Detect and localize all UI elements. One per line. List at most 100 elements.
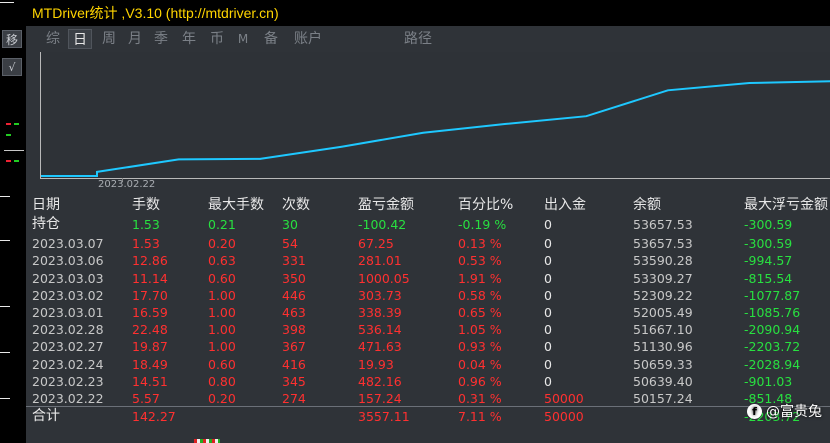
- cell-pct: 0.58 %: [458, 287, 502, 303]
- cell-lots: 11.14: [132, 270, 168, 286]
- stats-panel: MTDriver统计 ,V3.10 (http://mtdriver.cn) 综…: [26, 0, 830, 443]
- left-strip-rule: [0, 306, 10, 307]
- column-header: 日期: [32, 197, 60, 213]
- total-pnl: 3557.11: [358, 409, 410, 425]
- table-row[interactable]: 2023.03.07 1.53 0.20 54 67.25 0.13 % 0 53657.53…: [26, 234, 830, 253]
- cell-balance: 53590.28: [633, 253, 693, 269]
- cell-date: 2023.03.03: [32, 270, 104, 286]
- cell-lots: 22.48: [132, 322, 168, 338]
- cell-max-float-loss: -300.59: [744, 236, 793, 252]
- cell-pnl: 536.14: [358, 322, 402, 338]
- cell-lots: 17.70: [132, 287, 168, 303]
- move-button[interactable]: 移: [2, 30, 22, 48]
- table-row[interactable]: 2023.02.22 5.57 0.20 274 157.24 0.31 % 50000 50…: [26, 389, 830, 408]
- cell-date: 2023.02.28: [32, 322, 104, 338]
- check-icon[interactable]: √: [2, 58, 22, 76]
- cell-pct: 0.96 %: [458, 373, 502, 389]
- cell-lots: 14.51: [132, 373, 168, 389]
- tab-m[interactable]: M: [234, 29, 252, 49]
- tab-overview[interactable]: 综: [42, 29, 64, 49]
- balance-point: [422, 132, 425, 134]
- cell-flow: 0: [544, 339, 552, 355]
- table-row[interactable]: 2023.03.01 16.59 1.00 463 338.39 0.65 % 0 52005…: [26, 303, 830, 322]
- cell-flow: 50000: [544, 391, 584, 406]
- tab-path[interactable]: 路径: [400, 29, 436, 49]
- cell-max-float-loss: -994.57: [744, 253, 793, 269]
- left-strip-rule: [0, 398, 10, 399]
- table-row[interactable]: 2023.02.27 19.87 1.00 367 471.63 0.93 % 0 51130…: [26, 337, 830, 356]
- column-header: 盈亏金额: [358, 197, 414, 213]
- cell-date: 2023.03.07: [32, 236, 104, 252]
- column-header: 百分比%: [458, 197, 514, 213]
- cell-max-float-loss: -1077.87: [744, 287, 801, 303]
- cell-flow: 0: [544, 373, 552, 389]
- table-row[interactable]: 2023.02.23 14.51 0.80 345 482.16 0.96 % 0 50639…: [26, 372, 830, 391]
- cell-count: 367: [282, 339, 306, 355]
- cell-pnl: 471.63: [358, 339, 402, 355]
- cell-pnl: 1000.05: [358, 270, 410, 286]
- table-row[interactable]: 2023.02.24 18.49 0.60 416 19.93 0.04 % 0 50659.…: [26, 355, 830, 374]
- column-header: 手数: [132, 197, 160, 213]
- balance-point: [585, 115, 588, 117]
- cell-lots: 19.87: [132, 339, 168, 355]
- cell-balance: 52309.22: [633, 287, 693, 303]
- tab-day[interactable]: 日: [68, 29, 92, 49]
- table-row[interactable]: 2023.02.28 22.48 1.00 398 536.14 1.05 % 0 51667…: [26, 320, 830, 339]
- total-flow: 50000: [544, 409, 584, 425]
- cell-count: 331: [282, 253, 306, 269]
- period-tabs: 综 日 周 月 季 年 币 M 备 账户 路径: [26, 26, 830, 50]
- cell-date: 2023.02.27: [32, 339, 104, 355]
- cell-balance: 51667.10: [633, 322, 693, 338]
- taskbar-fragment: [194, 439, 220, 443]
- tab-month[interactable]: 月: [124, 29, 146, 49]
- tab-year[interactable]: 年: [178, 29, 200, 49]
- cell-max-float-loss: -815.54: [744, 270, 793, 286]
- cell-max-lots: 0.80: [208, 373, 236, 389]
- cell-flow: 0: [544, 305, 552, 320]
- total-lots: 142.27: [132, 409, 176, 425]
- balance-point: [96, 171, 98, 173]
- tab-currency[interactable]: 币: [206, 29, 228, 49]
- cell-flow: 0: [544, 322, 552, 338]
- cell-max-lots: 1.00: [208, 322, 236, 338]
- table-row[interactable]: 2023.03.03 11.14 0.60 350 1000.05 1.91 % 0 5330…: [26, 269, 830, 288]
- cell-max-lots: 0.63: [208, 253, 236, 269]
- holding-pct: -0.19 %: [458, 217, 507, 232]
- column-header: 最大浮亏金额: [744, 197, 828, 213]
- cell-pct: 1.05 %: [458, 322, 502, 338]
- cell-max-lots: 0.60: [208, 356, 236, 372]
- cell-date: 2023.02.24: [32, 356, 104, 372]
- watermark-text: @富贵兔: [766, 404, 822, 420]
- column-header: 余额: [633, 197, 661, 213]
- holding-balance: 53657.53: [633, 217, 693, 232]
- cell-flow: 0: [544, 253, 552, 269]
- watermark: f @富贵兔: [747, 401, 822, 421]
- cell-pnl: 157.24: [358, 391, 402, 406]
- cell-date: 2023.02.23: [32, 373, 104, 389]
- cell-lots: 5.57: [132, 391, 160, 406]
- tab-account[interactable]: 账户: [290, 29, 326, 49]
- holding-count: 30: [282, 217, 298, 232]
- cell-pct: 0.31 %: [458, 391, 502, 406]
- tab-week[interactable]: 周: [98, 29, 120, 49]
- cell-max-float-loss: -2090.94: [744, 322, 801, 338]
- balance-point: [340, 145, 343, 148]
- cell-pct: 1.91 %: [458, 270, 502, 286]
- tab-backup[interactable]: 备: [260, 29, 282, 49]
- cell-count: 345: [282, 373, 306, 389]
- balance-line: [41, 80, 830, 177]
- cell-pnl: 338.39: [358, 305, 402, 320]
- cell-pct: 0.53 %: [458, 253, 502, 269]
- balance-point: [667, 89, 669, 92]
- cell-balance: 50639.40: [633, 373, 693, 389]
- table-row[interactable]: 2023.03.02 17.70 1.00 446 303.73 0.58 % 0 52309…: [26, 286, 830, 305]
- cell-max-float-loss: -1085.76: [744, 305, 801, 320]
- cell-max-float-loss: -901.03: [744, 373, 793, 389]
- holding-max-lots: 0.21: [208, 217, 236, 232]
- cell-lots: 1.53: [132, 236, 160, 252]
- cell-max-lots: 0.20: [208, 391, 236, 406]
- tab-quarter[interactable]: 季: [150, 29, 172, 49]
- table-row[interactable]: 2023.03.06 12.86 0.63 331 281.01 0.53 % 0 53590…: [26, 251, 830, 270]
- total-label: 合计: [32, 408, 60, 425]
- cell-balance: 53657.53: [633, 236, 693, 252]
